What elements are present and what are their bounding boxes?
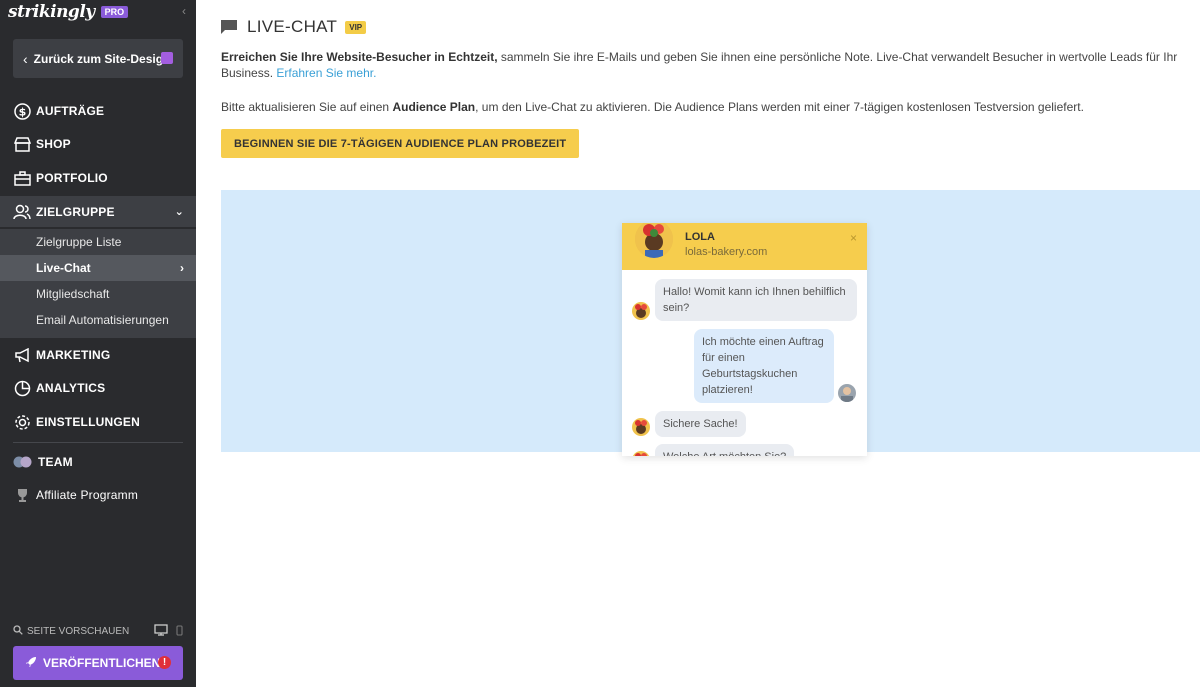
sidebar: strikingly PRO ‹ ‹ Zurück zum Site-Desig… (0, 0, 196, 687)
nav-label: AUFTRÄGE (36, 104, 105, 118)
preview-label: SEITE VORSCHAUEN (27, 626, 130, 637)
nav-label: SHOP (36, 137, 71, 151)
nav-item-orders[interactable]: $ AUFTRÄGE (0, 98, 196, 124)
gift-icon (161, 52, 173, 64)
back-button-label: Zurück zum Site-Design (33, 51, 171, 66)
chat-message-agent: Hallo! Womit kann ich Ihnen behilflich s… (655, 279, 857, 321)
mobile-icon[interactable] (176, 624, 183, 639)
brand[interactable]: strikingly PRO (8, 2, 129, 22)
upgrade-paragraph: Bitte aktualisieren Sie auf einen Audien… (221, 99, 1181, 115)
sub-item-label: Mitgliedschaft (36, 287, 110, 301)
publish-label: VERÖFFENTLICHEN (43, 656, 161, 670)
sub-item-email-automation[interactable]: Email Automatisierungen (0, 307, 196, 338)
nav-item-audience[interactable]: ZIELGRUPPE ⌄ (0, 196, 196, 227)
nav-label: ANALYTICS (36, 381, 106, 395)
divider (13, 442, 183, 443)
learn-more-link[interactable]: Erfahren Sie mehr. (276, 66, 376, 80)
chat-icon (221, 20, 237, 34)
upgrade-text-post: , um den Live-Chat zu aktivieren. Die Au… (475, 100, 1084, 114)
store-icon (13, 135, 31, 153)
publish-button[interactable]: VERÖFFENTLICHEN ! (13, 646, 183, 680)
gear-icon (13, 413, 31, 431)
search-icon (13, 625, 23, 638)
agent-mini-avatar (632, 451, 650, 456)
close-icon: × (849, 231, 857, 245)
nav-label: TEAM (38, 455, 73, 469)
collapse-sidebar-icon[interactable]: ‹ (182, 4, 186, 18)
chevron-down-icon: ⌄ (174, 206, 184, 218)
nav-item-portfolio[interactable]: PORTFOLIO (0, 165, 196, 191)
start-trial-button[interactable]: BEGINNEN SIE DIE 7-TÄGIGEN AUDIENCE PLAN… (221, 129, 580, 158)
nav-item-affiliate[interactable]: Affiliate Programm (0, 482, 196, 508)
chat-widget-header: LOLA lolas-bakery.com × (622, 223, 867, 270)
megaphone-icon (13, 346, 31, 364)
nav-label: PORTFOLIO (36, 171, 108, 185)
logo[interactable]: strikingly (8, 2, 95, 22)
main-content: LIVE-CHAT VIP Erreichen Sie Ihre Website… (196, 0, 1200, 687)
pro-badge: PRO (100, 6, 129, 18)
users-icon (13, 203, 31, 221)
agent-avatar (635, 223, 673, 258)
sub-item-audience-list[interactable]: Zielgruppe Liste (0, 229, 196, 255)
briefcase-icon (13, 169, 31, 187)
sub-item-label: Zielgruppe Liste (36, 235, 122, 249)
rocket-icon (25, 656, 37, 671)
page-title: LIVE-CHAT (247, 17, 338, 36)
intro-paragraph: Erreichen Sie Ihre Website-Besucher in E… (221, 49, 1181, 81)
nav-item-settings[interactable]: EINSTELLUNGEN (0, 409, 196, 435)
vip-badge: VIP (345, 20, 367, 34)
back-to-site-design-button[interactable]: ‹ Zurück zum Site-Design (13, 39, 183, 78)
chevron-left-icon: ‹ (23, 50, 28, 67)
intro-bold: Erreichen Sie Ihre Website-Besucher in E… (221, 50, 498, 64)
team-avatars-icon (13, 453, 33, 471)
pie-chart-icon (13, 379, 31, 397)
sub-item-label: Email Automatisierungen (36, 313, 169, 327)
nav-item-analytics[interactable]: ANALYTICS (0, 375, 196, 401)
nav-label: ZIELGRUPPE (36, 204, 115, 219)
chat-message-agent: Sichere Sache! (655, 411, 746, 437)
dollar-icon: $ (13, 102, 31, 120)
nav-label: Affiliate Programm (36, 488, 139, 502)
page-header: LIVE-CHAT VIP (221, 17, 367, 37)
trophy-icon (13, 486, 31, 504)
sub-item-live-chat[interactable]: Live-Chat › (0, 255, 196, 281)
chevron-right-icon: › (180, 261, 184, 275)
warning-badge: ! (158, 656, 171, 669)
nav-item-team[interactable]: TEAM (0, 449, 196, 475)
upgrade-text-pre: Bitte aktualisieren Sie auf einen (221, 100, 393, 114)
agent-site: lolas-bakery.com (685, 246, 768, 258)
chat-message-agent: Welche Art möchten Sie? (655, 444, 795, 456)
desktop-icon[interactable] (154, 624, 168, 639)
nav-label: EINSTELLUNGEN (36, 415, 140, 429)
agent-name: LOLA (685, 231, 715, 243)
agent-mini-avatar (632, 302, 650, 320)
nav-item-shop[interactable]: SHOP (0, 131, 196, 157)
agent-mini-avatar (632, 418, 650, 436)
sub-item-label: Live-Chat (36, 261, 91, 275)
visitor-mini-avatar (838, 384, 856, 402)
chat-preview-area: LOLA lolas-bakery.com × Hallo! Womit kan… (221, 190, 1200, 456)
audience-plan-text: Audience Plan (392, 100, 476, 114)
nav-item-marketing[interactable]: MARKETING (0, 342, 196, 368)
site-preview-row[interactable]: SEITE VORSCHAUEN (13, 624, 183, 639)
chat-message-visitor: Ich möchte einen Auftrag für einen Gebur… (694, 329, 834, 403)
sub-item-membership[interactable]: Mitgliedschaft (0, 281, 196, 307)
chat-widget-preview: LOLA lolas-bakery.com × Hallo! Womit kan… (622, 223, 867, 456)
svg-text:$: $ (18, 105, 26, 118)
nav-label: MARKETING (36, 348, 111, 362)
